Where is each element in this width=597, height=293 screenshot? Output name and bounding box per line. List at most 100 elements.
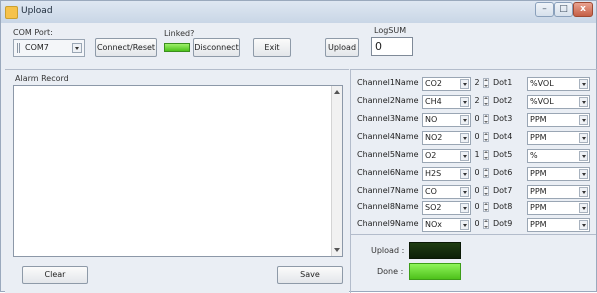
- dot-spinner[interactable]: 1: [473, 149, 491, 161]
- spin-arrows-icon[interactable]: [483, 150, 489, 160]
- dot-label: Dot1: [493, 78, 513, 87]
- chevron-down-icon[interactable]: [460, 79, 469, 89]
- chevron-down-icon[interactable]: [460, 97, 469, 107]
- channel-name-select[interactable]: NOx: [422, 218, 471, 232]
- connect-reset-button[interactable]: Connect/Reset: [95, 38, 157, 57]
- alarm-record-label: Alarm Record: [15, 74, 69, 83]
- chevron-down-icon[interactable]: [579, 169, 588, 179]
- dot-spinner[interactable]: 0: [473, 113, 491, 125]
- channel-name-value: H2S: [425, 169, 442, 178]
- alarm-scrollbar[interactable]: [331, 86, 342, 256]
- alarm-record-textarea[interactable]: [13, 85, 343, 257]
- close-button[interactable]: x: [573, 2, 593, 17]
- minimize-button[interactable]: –: [535, 2, 554, 17]
- dot-value: 0: [474, 202, 480, 211]
- spin-arrows-icon[interactable]: [483, 132, 489, 142]
- title-bar: Upload – □ x: [1, 1, 596, 23]
- chevron-down-icon[interactable]: [579, 133, 588, 143]
- chevron-down-icon[interactable]: [579, 97, 588, 107]
- dot-spinner[interactable]: 0: [473, 131, 491, 143]
- save-button[interactable]: Save: [277, 266, 343, 284]
- dot-label: Dot4: [493, 132, 513, 141]
- chevron-down-icon[interactable]: [460, 220, 469, 230]
- dot-spinner[interactable]: 2: [473, 95, 491, 107]
- chevron-down-icon[interactable]: [460, 187, 469, 197]
- dot-label: Dot6: [493, 168, 513, 177]
- logsum-input[interactable]: 0: [371, 37, 413, 56]
- unit-select[interactable]: %VOL: [527, 95, 590, 109]
- scroll-up-icon[interactable]: [334, 90, 340, 94]
- done-indicator: [409, 263, 461, 280]
- dot-value: 0: [474, 132, 480, 141]
- channel-name-select[interactable]: CO2: [422, 77, 471, 91]
- unit-select[interactable]: %VOL: [527, 77, 590, 91]
- spin-arrows-icon[interactable]: [483, 202, 489, 212]
- dot-value: 0: [474, 219, 480, 228]
- channel-name-select[interactable]: CH4: [422, 95, 471, 109]
- maximize-button[interactable]: □: [554, 2, 573, 17]
- chevron-down-icon[interactable]: [579, 115, 588, 125]
- unit-select[interactable]: PPM: [527, 201, 590, 215]
- channel-name-value: NO: [425, 115, 438, 124]
- channel-name-select[interactable]: O2: [422, 149, 471, 163]
- dot-label: Dot3: [493, 114, 513, 123]
- disconnect-button[interactable]: Disconnect: [193, 38, 240, 57]
- chevron-down-icon[interactable]: [460, 133, 469, 143]
- channel-name-label: Channel4Name :: [357, 132, 424, 141]
- unit-value: PPM: [530, 220, 547, 229]
- channel-name-select[interactable]: NO2: [422, 131, 471, 145]
- channel-name-select[interactable]: CO: [422, 185, 471, 199]
- channel-name-label: Channel2Name :: [357, 96, 424, 105]
- channel-name-select[interactable]: NO: [422, 113, 471, 127]
- dot-label: Dot8: [493, 202, 513, 211]
- grip-icon: [17, 43, 21, 53]
- unit-select[interactable]: PPM: [527, 185, 590, 199]
- com-port-value: COM7: [25, 43, 49, 52]
- channel-name-value: CO: [425, 187, 437, 196]
- dot-value: 1: [474, 150, 480, 159]
- dot-spinner[interactable]: 2: [473, 77, 491, 89]
- channel-name-select[interactable]: SO2: [422, 201, 471, 215]
- chevron-down-icon[interactable]: [72, 43, 82, 53]
- dot-label: Dot2: [493, 96, 513, 105]
- dot-value: 0: [474, 168, 480, 177]
- chevron-down-icon[interactable]: [579, 220, 588, 230]
- scroll-down-icon[interactable]: [334, 248, 340, 252]
- unit-value: %VOL: [530, 97, 554, 106]
- unit-value: PPM: [530, 187, 547, 196]
- dot-spinner[interactable]: 0: [473, 185, 491, 197]
- spin-arrows-icon[interactable]: [483, 78, 489, 88]
- chevron-down-icon[interactable]: [579, 187, 588, 197]
- channel-name-label: Channel1Name :: [357, 78, 424, 87]
- unit-select[interactable]: PPM: [527, 218, 590, 232]
- spin-arrows-icon[interactable]: [483, 96, 489, 106]
- dot-spinner[interactable]: 0: [473, 201, 491, 213]
- spin-arrows-icon[interactable]: [483, 219, 489, 229]
- channel-name-label: Channel6Name :: [357, 168, 424, 177]
- unit-select[interactable]: %: [527, 149, 590, 163]
- spin-arrows-icon[interactable]: [483, 168, 489, 178]
- dot-spinner[interactable]: 0: [473, 167, 491, 179]
- chevron-down-icon[interactable]: [460, 115, 469, 125]
- upload-button[interactable]: Upload: [325, 38, 359, 57]
- exit-button[interactable]: Exit: [253, 38, 291, 57]
- spin-arrows-icon[interactable]: [483, 186, 489, 196]
- chevron-down-icon[interactable]: [460, 151, 469, 161]
- chevron-down-icon[interactable]: [579, 79, 588, 89]
- com-port-label: COM Port:: [13, 28, 53, 37]
- chevron-down-icon[interactable]: [460, 203, 469, 213]
- chevron-down-icon[interactable]: [579, 151, 588, 161]
- unit-select[interactable]: PPM: [527, 131, 590, 145]
- channel-name-select[interactable]: H2S: [422, 167, 471, 181]
- unit-select[interactable]: PPM: [527, 113, 590, 127]
- done-status-label: Done :: [377, 267, 404, 276]
- com-port-select[interactable]: COM7: [13, 39, 85, 57]
- spin-arrows-icon[interactable]: [483, 114, 489, 124]
- dot-spinner[interactable]: 0: [473, 218, 491, 230]
- chevron-down-icon[interactable]: [579, 203, 588, 213]
- chevron-down-icon[interactable]: [460, 169, 469, 179]
- clear-button[interactable]: Clear: [22, 266, 88, 284]
- app-icon: [5, 6, 18, 19]
- unit-value: PPM: [530, 133, 547, 142]
- unit-select[interactable]: PPM: [527, 167, 590, 181]
